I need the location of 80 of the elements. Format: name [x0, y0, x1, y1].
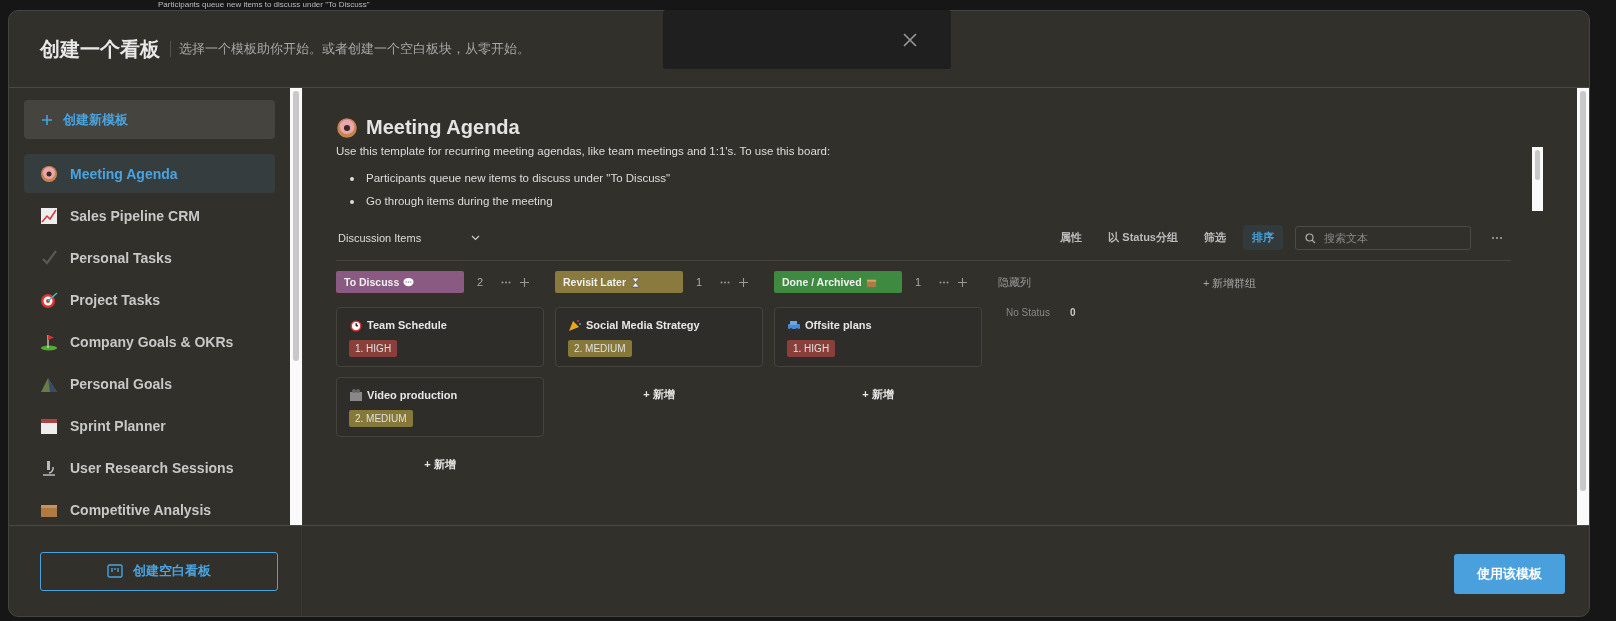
view-dropdown[interactable]: Discussion Items	[338, 231, 481, 244]
board-card[interactable]: Offsite plans 1. HIGH	[774, 307, 982, 367]
column-label[interactable]: Done / Archived	[774, 271, 902, 293]
template-item[interactable]: Sprint Planner	[24, 406, 275, 445]
priority-tag: 2. MEDIUM	[349, 410, 413, 427]
column-count: 1	[915, 276, 922, 288]
template-item[interactable]: Sales Pipeline CRM	[24, 196, 275, 235]
microscope-icon	[40, 458, 58, 477]
column-label[interactable]: Revisit Later	[555, 271, 683, 293]
background-text: Participants queue new items to discuss under "To Discuss"	[158, 0, 370, 10]
scrollbar[interactable]	[1577, 88, 1589, 525]
hidden-column-count: 0	[1069, 307, 1076, 318]
bullet-item: Go through items during the meeting	[366, 194, 553, 209]
column-label[interactable]: To Discuss	[336, 271, 464, 293]
create-template-button[interactable]: 创建新模板	[24, 100, 275, 139]
more-icon[interactable]	[501, 280, 512, 284]
template-title: Meeting Agenda	[366, 116, 520, 139]
more-icon[interactable]	[939, 280, 950, 284]
car-icon	[787, 318, 801, 332]
bullet-item: Participants queue new items to discuss under "To Discuss"	[366, 171, 671, 186]
template-item[interactable]: Project Tasks	[24, 280, 275, 319]
add-card-button[interactable]: + 新增	[420, 453, 460, 476]
board-card[interactable]: Social Media Strategy 2. MEDIUM	[555, 307, 763, 367]
target-icon	[40, 290, 58, 309]
dialog-title: 创建一个看板	[40, 36, 160, 62]
board-card[interactable]: Video production 2. MEDIUM	[336, 377, 544, 437]
bullet-dot	[350, 176, 354, 181]
template-item[interactable]: Personal Goals	[24, 364, 275, 403]
plus-icon[interactable]	[739, 277, 749, 287]
plus-icon[interactable]	[958, 277, 968, 287]
alarm-icon	[349, 318, 363, 332]
dialog-subtitle: 选择一个模板助你开始。或者创建一个空白板块，从零开始。	[170, 41, 530, 57]
party-icon	[568, 318, 582, 332]
add-group-button[interactable]: + 新增群组	[1199, 274, 1261, 293]
hourglass-icon	[630, 276, 642, 288]
template-item[interactable]: Company Goals & OKRs	[24, 322, 275, 361]
bullet-dot	[350, 199, 354, 204]
camera-icon	[349, 388, 363, 402]
more-icon[interactable]	[720, 280, 731, 284]
card-title: Offsite plans	[805, 319, 872, 331]
template-item[interactable]: Personal Tasks	[24, 238, 275, 277]
card-title: Video production	[367, 389, 458, 401]
template-item[interactable]: Competitive Analysis	[24, 490, 275, 525]
donut-icon	[336, 116, 358, 139]
speech-icon	[403, 276, 415, 288]
create-blank-board-button[interactable]: 创建空白看板	[40, 551, 278, 591]
board-card[interactable]: Team Schedule 1. HIGH	[336, 307, 544, 367]
template-item[interactable]: Meeting Agenda	[24, 154, 275, 193]
donut-icon	[40, 164, 58, 183]
card-title: Social Media Strategy	[586, 319, 700, 331]
column-count: 1	[696, 276, 703, 288]
template-description: Use this template for recurring meeting agendas, like team meetings and 1:1's. To use this board:	[336, 145, 831, 157]
search-icon	[1305, 232, 1316, 244]
chevron-down-icon	[471, 234, 481, 241]
column-count: 2	[477, 276, 484, 288]
search-field[interactable]: 搜索文本	[1295, 225, 1471, 250]
close-icon[interactable]	[903, 32, 917, 47]
plus-icon	[41, 113, 53, 126]
flag-icon	[40, 332, 58, 351]
priority-tag: 1. HIGH	[349, 340, 398, 357]
more-icon[interactable]	[1491, 235, 1503, 240]
priority-tag: 2. MEDIUM	[568, 340, 632, 357]
board-icon	[107, 564, 123, 578]
scrollbar[interactable]	[1532, 147, 1543, 211]
priority-tag: 1. HIGH	[787, 340, 836, 357]
plus-icon[interactable]	[520, 277, 530, 287]
toolbar-button[interactable]: 属性	[1051, 225, 1092, 250]
add-card-button[interactable]: + 新增	[858, 383, 898, 406]
toolbar-button[interactable]: 排序	[1243, 225, 1283, 250]
toolbar-button[interactable]: 以 Status分组	[1099, 225, 1187, 250]
toolbar-button[interactable]: 筛选	[1195, 225, 1235, 250]
add-card-button[interactable]: + 新增	[639, 383, 679, 406]
scrollbar[interactable]	[290, 88, 302, 525]
chart-icon	[40, 206, 58, 225]
hidden-columns-label: 隐藏列	[998, 274, 1031, 290]
card-title: Team Schedule	[367, 319, 447, 331]
template-item[interactable]: User Research Sessions	[24, 448, 275, 487]
calendar-icon	[40, 416, 58, 435]
hidden-column-name: No Status	[1006, 307, 1050, 318]
check-icon	[40, 248, 58, 267]
